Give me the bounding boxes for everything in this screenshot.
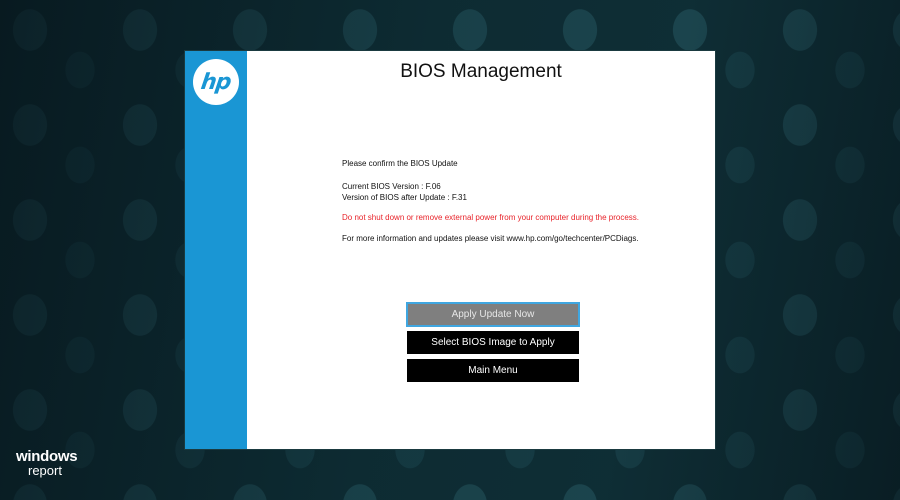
watermark-line1: windows [16,448,78,465]
main-menu-button[interactable]: Main Menu [407,359,579,382]
apply-update-button[interactable]: Apply Update Now [406,302,580,327]
confirm-prompt: Please confirm the BIOS Update [342,159,458,168]
page-title: BIOS Management [400,61,562,82]
sidebar: hp [185,51,247,449]
current-version: Current BIOS Version : F.06 [342,182,441,192]
confirmation-content: Please confirm the BIOS Update Current B… [342,159,702,244]
after-update-version: Version of BIOS after Update : F.31 [342,192,467,202]
bios-window: hp BIOS Management Please confirm the BI… [185,51,715,449]
hp-logo-text: hp [199,69,233,95]
select-bios-image-button[interactable]: Select BIOS Image to Apply [407,331,579,354]
windows-report-logo: windows report [16,448,78,478]
watermark-line2: report [28,463,62,478]
more-info-text: For more information and updates please … [342,233,639,243]
power-warning: Do not shut down or remove external powe… [342,213,640,223]
hp-logo-icon: hp [193,59,239,105]
